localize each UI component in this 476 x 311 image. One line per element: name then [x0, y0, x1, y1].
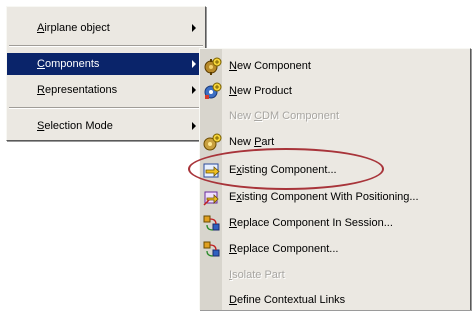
menu-item-label: New Part	[229, 136, 275, 148]
menu-separator	[9, 45, 203, 47]
new-component-icon	[202, 57, 222, 75]
menu-item-label: New CDM Component	[229, 110, 340, 122]
menu-item-replace-component[interactable]: Replace Component...	[200, 238, 470, 260]
menu-item-label: Selection Mode	[37, 120, 113, 132]
menu-item-label: Airplane object	[37, 22, 110, 34]
menu-item-new-cdm-component[interactable]: New CDM Component	[200, 105, 470, 127]
menu-item-airplane-object[interactable]: Airplane object	[7, 17, 205, 39]
replace-component-session-icon	[202, 214, 222, 232]
submenu-arrow-icon	[192, 122, 196, 130]
menu-item-label: Components	[37, 58, 100, 70]
menu-item-label: Replace Component...	[229, 243, 339, 255]
components-submenu: New Component New Product New CDM Compon…	[199, 48, 471, 310]
menu-item-define-contextual-links[interactable]: Define Contextual Links	[200, 289, 470, 311]
menu-item-label: Representations	[37, 84, 118, 96]
submenu-arrow-icon	[192, 86, 196, 94]
menu-item-label: Existing Component...	[229, 164, 337, 176]
menu-separator	[9, 107, 203, 109]
menu-item-label: Define Contextual Links	[229, 294, 346, 306]
menu-item-label: Existing Component With Positioning...	[229, 191, 419, 203]
menu-item-selection-mode[interactable]: Selection Mode	[7, 115, 205, 137]
menu-item-isolate-part[interactable]: Isolate Part	[200, 264, 470, 286]
menu-item-label: New Component	[229, 60, 311, 72]
submenu-arrow-icon	[192, 24, 196, 32]
existing-component-positioning-icon	[202, 188, 222, 206]
menu-item-representations[interactable]: Representations	[7, 79, 205, 101]
menu-item-label: Replace Component In Session...	[229, 217, 393, 229]
menu-item-existing-component-with-positioning[interactable]: Existing Component With Positioning...	[200, 186, 470, 208]
replace-component-icon	[202, 240, 222, 258]
context-menu: Airplane object Components Representatio…	[6, 6, 206, 141]
menu-item-existing-component[interactable]: Existing Component...	[200, 159, 470, 181]
submenu-arrow-icon	[192, 60, 196, 68]
new-product-icon	[202, 82, 222, 100]
menu-item-new-product[interactable]: New Product	[200, 80, 470, 102]
existing-component-icon	[202, 161, 222, 179]
menu-item-new-component[interactable]: New Component	[200, 55, 470, 77]
menu-item-new-part[interactable]: New Part	[200, 131, 470, 153]
new-part-icon	[202, 133, 222, 151]
menu-item-components[interactable]: Components	[7, 53, 205, 75]
menu-item-replace-component-in-session[interactable]: Replace Component In Session...	[200, 212, 470, 234]
menu-item-label: Isolate Part	[229, 269, 285, 281]
menu-item-label: New Product	[229, 85, 292, 97]
